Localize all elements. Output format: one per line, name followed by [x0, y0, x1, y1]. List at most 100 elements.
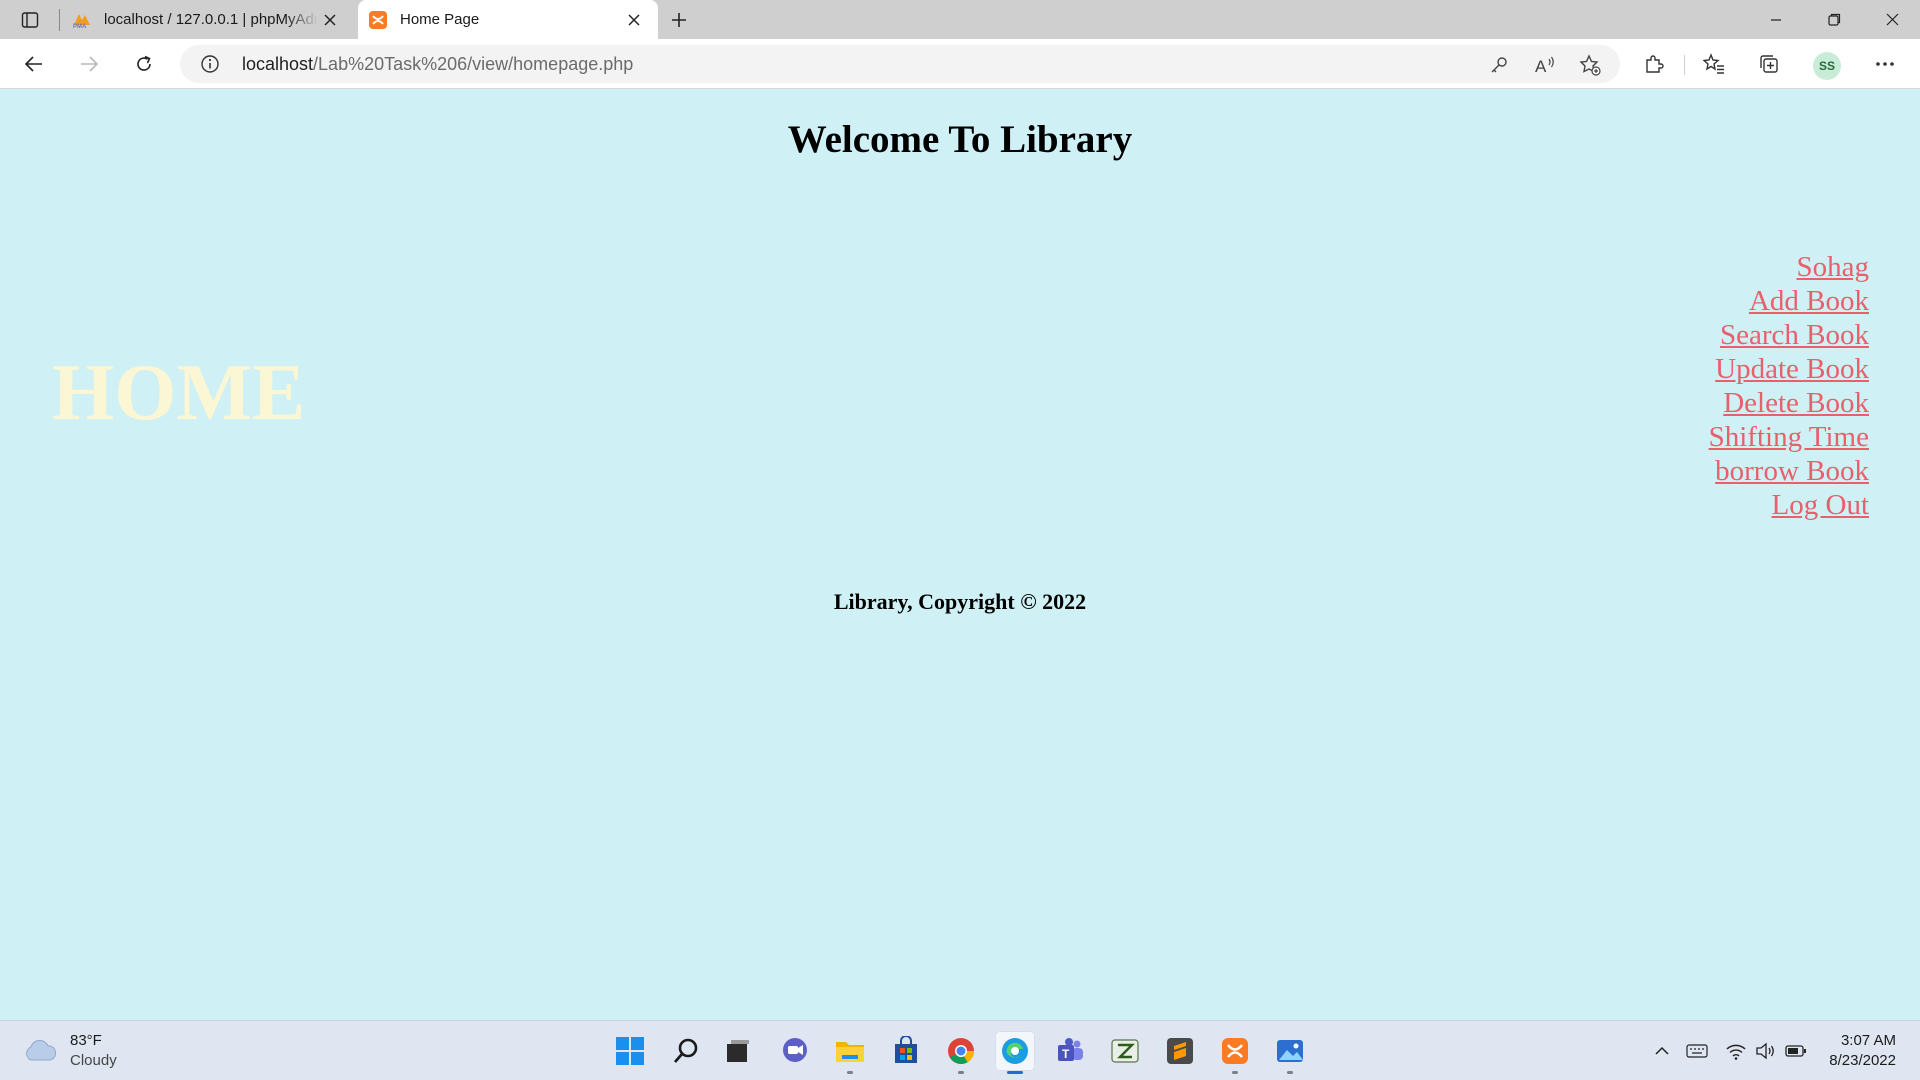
address-bar[interactable]: localhost/Lab%20Task%206/view/homepage.p…	[180, 45, 1620, 83]
footer-copyright: Library, Copyright © 2022	[833, 589, 1087, 614]
sublime-text-icon	[1167, 1038, 1193, 1064]
restore-icon	[1827, 13, 1840, 26]
taskbar-search-button[interactable]	[666, 1031, 706, 1071]
tab-close-button[interactable]	[622, 8, 646, 32]
close-icon	[628, 13, 640, 26]
nav-link-delete-book[interactable]: Delete Book	[1723, 387, 1869, 419]
minimize-button[interactable]	[1748, 0, 1804, 39]
chat-button[interactable]	[775, 1031, 815, 1071]
nav-item: Sohag	[1709, 250, 1870, 284]
running-indicator	[1232, 1071, 1238, 1074]
taskbar-app-excel-tool[interactable]	[1105, 1031, 1145, 1071]
taskbar-app-file-explorer[interactable]	[830, 1031, 870, 1074]
nav-link-shifting-time[interactable]: Shifting Time	[1709, 421, 1869, 453]
minimize-icon	[1771, 18, 1781, 21]
home-label: HOME	[52, 349, 306, 437]
nav-link-log-out[interactable]: Log Out	[1772, 489, 1869, 521]
taskbar-clock[interactable]: 3:07 AM 8/23/2022	[1829, 1031, 1896, 1071]
new-tab-button[interactable]	[664, 5, 694, 35]
taskbar-app-photos[interactable]	[1270, 1031, 1310, 1074]
toolbar-separator	[1684, 55, 1685, 75]
tab-close-button[interactable]	[318, 8, 342, 32]
volume-tray-button[interactable]	[1754, 1039, 1778, 1063]
tab-phpmyadmin[interactable]: PMA localhost / 127.0.0.1 | phpMyAdmin	[62, 0, 354, 39]
edge-icon	[1002, 1038, 1028, 1064]
close-icon	[324, 13, 336, 26]
excel-tool-icon	[1111, 1039, 1139, 1063]
volume-icon	[1756, 1042, 1774, 1060]
nav-item: Log Out	[1709, 488, 1869, 522]
collections-icon	[1760, 55, 1778, 73]
chevron-up-icon	[1655, 1046, 1669, 1055]
wifi-icon	[1726, 1044, 1746, 1060]
nav-link-profile[interactable]: Sohag	[1797, 251, 1870, 283]
settings-more-button[interactable]	[1868, 48, 1902, 80]
xampp-icon	[1222, 1038, 1248, 1064]
tab-title: Home Page	[400, 11, 480, 28]
profile-avatar[interactable]: SS	[1813, 52, 1841, 80]
weather-widget[interactable]: 83°F Cloudy	[22, 1031, 117, 1071]
taskbar: 83°F Cloudy T 3:07 AM 8/23/2022	[0, 1020, 1920, 1080]
tab-home-page[interactable]: Home Page	[358, 0, 658, 39]
weather-temperature: 83°F	[70, 1032, 102, 1049]
start-icon	[616, 1037, 644, 1065]
url-host: localhost	[242, 54, 314, 74]
add-favorite-icon[interactable]	[1577, 53, 1603, 77]
tab-actions-button[interactable]	[14, 6, 46, 34]
store-icon	[895, 1036, 917, 1063]
running-indicator	[1007, 1071, 1023, 1074]
close-icon	[1886, 13, 1898, 26]
passwords-key-icon[interactable]	[1486, 53, 1512, 77]
nav-link-search-book[interactable]: Search Book	[1720, 319, 1869, 351]
nav-item: Add Book	[1709, 284, 1869, 318]
running-indicator	[1287, 1071, 1293, 1074]
start-button[interactable]	[610, 1031, 650, 1071]
site-info-icon[interactable]	[200, 54, 220, 74]
nav-item: Delete Book	[1709, 386, 1869, 420]
nav-item: borrow Book	[1709, 454, 1869, 488]
close-window-button[interactable]	[1864, 0, 1920, 39]
battery-tray-button[interactable]	[1784, 1039, 1808, 1063]
back-button[interactable]	[17, 48, 51, 80]
favorites-button[interactable]	[1697, 48, 1731, 80]
nav-link-borrow-book[interactable]: borrow Book	[1715, 455, 1869, 487]
restore-button[interactable]	[1806, 0, 1862, 39]
tab-strip: PMA localhost / 127.0.0.1 | phpMyAdmin H…	[0, 0, 1920, 39]
taskbar-app-sublime-text[interactable]	[1160, 1031, 1200, 1071]
nav-link-update-book[interactable]: Update Book	[1715, 353, 1869, 385]
clock-time: 3:07 AM	[1840, 1032, 1896, 1049]
arrow-right-icon	[81, 56, 99, 72]
nav-link-add-book[interactable]: Add Book	[1749, 285, 1869, 317]
forward-button[interactable]	[72, 48, 106, 80]
photos-icon	[1277, 1040, 1303, 1062]
show-hidden-icons-button[interactable]	[1650, 1039, 1674, 1063]
file-explorer-icon	[836, 1042, 864, 1062]
extensions-button[interactable]	[1637, 48, 1671, 80]
keyboard-tray-button[interactable]	[1685, 1039, 1709, 1063]
plus-icon	[672, 13, 686, 27]
nav-item: Shifting Time	[1709, 420, 1869, 454]
task-view-button[interactable]	[718, 1031, 758, 1071]
read-aloud-icon[interactable]: A	[1532, 53, 1558, 77]
more-horizontal-icon	[1876, 62, 1894, 66]
collections-button[interactable]	[1752, 48, 1786, 80]
cloud-icon	[26, 1039, 57, 1061]
chat-icon	[783, 1038, 807, 1062]
refresh-button[interactable]	[127, 48, 161, 80]
arrow-left-icon	[24, 56, 42, 72]
page-title: Welcome To Library	[787, 118, 1133, 161]
refresh-icon	[137, 55, 151, 71]
xampp-icon	[368, 10, 388, 30]
taskbar-app-xampp[interactable]	[1215, 1031, 1255, 1074]
battery-icon	[1785, 1045, 1806, 1057]
running-indicator	[847, 1071, 853, 1074]
taskbar-app-teams[interactable]: T	[1050, 1031, 1090, 1071]
browser-toolbar: localhost/Lab%20Task%206/view/homepage.p…	[0, 39, 1920, 89]
taskbar-app-chrome[interactable]	[941, 1031, 981, 1074]
running-indicator	[958, 1071, 964, 1074]
taskbar-app-edge[interactable]	[995, 1031, 1035, 1074]
taskbar-app-store[interactable]	[886, 1031, 926, 1071]
task-view-icon	[727, 1040, 749, 1062]
search-icon	[673, 1038, 698, 1063]
wifi-tray-button[interactable]	[1724, 1039, 1748, 1063]
